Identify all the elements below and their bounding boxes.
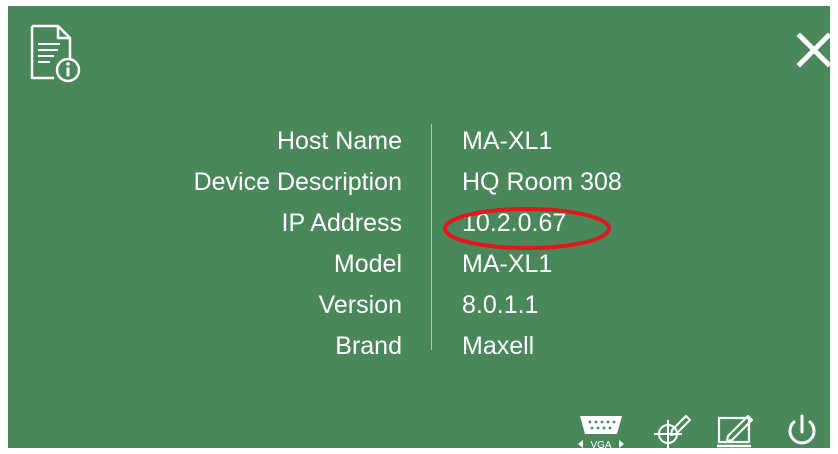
- power-icon[interactable]: [782, 412, 822, 450]
- host-name-row: Host Name MA-XL1: [8, 121, 830, 162]
- version-label: Version: [318, 291, 402, 319]
- ip-address-label: IP Address: [281, 209, 402, 237]
- ip-address-row: IP Address 10.2.0.67: [8, 203, 830, 244]
- document-info-icon: [30, 24, 81, 83]
- device-description-label: Device Description: [193, 168, 402, 196]
- ip-address-value: 10.2.0.67: [462, 209, 567, 237]
- model-row: Model MA-XL1: [8, 244, 830, 285]
- device-info-dialog: Host Name MA-XL1 Device Description HQ R…: [8, 6, 832, 450]
- host-name-value: MA-XL1: [462, 127, 553, 155]
- version-value: 8.0.1.1: [462, 291, 539, 319]
- version-row: Version 8.0.1.1: [8, 285, 830, 326]
- host-name-label: Host Name: [276, 127, 402, 155]
- model-value: MA-XL1: [462, 250, 553, 278]
- model-label: Model: [333, 250, 402, 278]
- device-description-value: HQ Room 308: [462, 168, 622, 196]
- brand-label: Brand: [335, 332, 402, 360]
- brand-row: Brand Maxell: [8, 326, 830, 367]
- screen-edit-icon[interactable]: [714, 412, 758, 450]
- device-description-row: Device Description HQ Room 308: [8, 162, 830, 203]
- brand-value: Maxell: [462, 332, 535, 360]
- target-pen-icon[interactable]: [648, 412, 692, 450]
- close-icon[interactable]: [792, 28, 836, 72]
- vga-icon[interactable]: VGA: [574, 412, 628, 450]
- vga-label: VGA: [590, 440, 611, 450]
